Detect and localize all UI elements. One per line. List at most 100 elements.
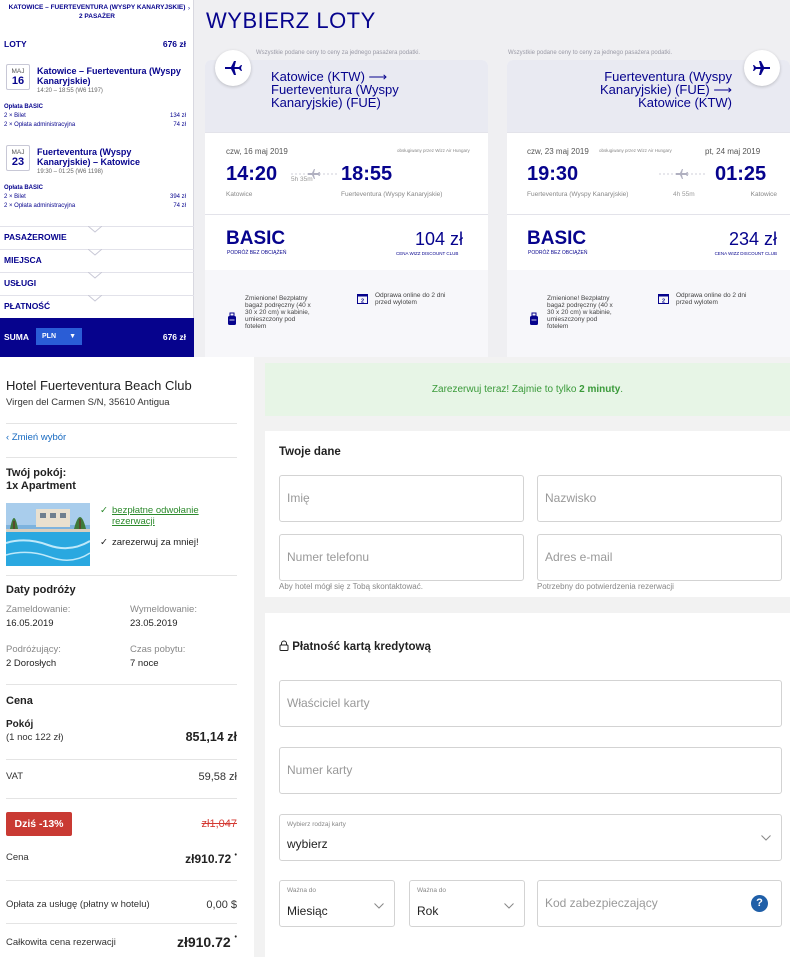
expiry-month-select[interactable]: Ważna do Miesiąc — [279, 880, 395, 927]
fee-label: 2 × Bilet — [4, 113, 26, 119]
leg1-fee-admin: 2 × Opłata administracyjna 74 zł — [4, 122, 186, 128]
text-line: Zmienione! Bezpłatny — [245, 295, 308, 302]
currency-value: PLN — [42, 333, 56, 340]
plane-icon — [744, 50, 780, 86]
text-line: Odprawa online do 2 dni — [375, 292, 446, 299]
return-arrival-time: 01:25 — [715, 163, 767, 185]
info-dot-icon: • — [234, 852, 237, 859]
chevron-down-icon — [374, 903, 384, 909]
free-cancellation-perk[interactable]: ✓ bezpłatne odwołanie rezerwacji — [100, 505, 199, 527]
divider — [6, 423, 237, 424]
leg1-time: 14:20 – 18:55 (W6 1197) — [37, 88, 103, 94]
perk-text: bezpłatne odwołanie — [112, 505, 199, 516]
price-value: 0,00 $ — [206, 899, 237, 911]
link-label: Zmień wybór — [11, 432, 67, 443]
outbound-fare-name: BASIC — [226, 228, 286, 249]
card-type-select[interactable]: Wybierz rodzaj karty wybierz — [279, 814, 782, 861]
chevron-down-icon — [88, 272, 102, 279]
currency-select[interactable]: PLN ▼ — [36, 328, 82, 345]
hotel-name: Hotel Fuerteventura Beach Club — [6, 378, 192, 393]
text-line: bagaż podręczny (40 x — [245, 302, 311, 309]
last-name-input[interactable]: Nazwisko — [537, 475, 782, 522]
change-selection-link[interactable]: ‹ Zmień wybór — [6, 432, 66, 443]
divider — [6, 684, 237, 685]
phone-input[interactable]: Numer telefonu — [279, 534, 524, 581]
cvv-placeholder: Kod zabezpieczający — [545, 896, 658, 910]
section-label: USŁUGI — [4, 278, 37, 288]
section-label: PŁATNOŚĆ — [4, 301, 51, 311]
text-line: 30 x 20 cm) w kabinie, — [245, 309, 310, 316]
section-label: MIEJSCA — [4, 255, 42, 265]
vat-row: VAT 59,58 zł — [6, 771, 237, 783]
select-value: Rok — [417, 904, 439, 918]
route-line: Katowice (KTW) — [638, 95, 732, 110]
price-title: Cena — [6, 695, 33, 707]
return-price-subtitle: CENA WIZZ DISCOUNT CLUB — [714, 251, 777, 256]
total-bar: SUMA PLN ▼ 676 zł — [0, 318, 194, 357]
outbound-route: Katowice (KTW) ⟶ Fuerteventura (Wyspy Ka… — [271, 70, 399, 109]
price-notice: Wszystkie podane ceny to ceny za jednego… — [256, 50, 421, 56]
section-payment[interactable]: PŁATNOŚĆ — [0, 295, 194, 314]
bag-icon — [228, 312, 236, 325]
text-line: fotelem — [245, 323, 267, 330]
old-price: zł1,047 — [201, 818, 237, 830]
text-line: 30 x 20 cm) w kabinie, — [547, 309, 612, 316]
email-input[interactable]: Adres e-mail — [537, 534, 782, 581]
flights-total: 676 zł — [162, 39, 186, 49]
svg-text:2: 2 — [361, 299, 364, 305]
text-line: Odprawa online do 2 dni — [676, 292, 747, 299]
card-number-input[interactable]: Numer karty — [279, 747, 782, 794]
text-line: przed wylotem — [375, 299, 417, 306]
return-flight-card[interactable]: Fuerteventura (Wyspy Kanaryjskie) (FUE) … — [507, 50, 790, 357]
return-departure-airport: Fuerteventura (Wyspy Kanaryjskie) — [527, 191, 629, 198]
flights-label: LOTY — [4, 39, 27, 49]
calendar-icon: 2 — [658, 294, 669, 304]
section-passengers[interactable]: PASAŻEROWIE — [0, 226, 194, 245]
price-label: VAT — [6, 771, 24, 782]
outbound-departure-airport: Katowice — [226, 191, 253, 198]
leg2-time: 19:30 – 01:25 (W6 1198) — [37, 169, 103, 175]
chevron-down-icon — [88, 295, 102, 302]
personal-data-panel: Twoje dane Imię Nazwisko Numer telefonu … — [265, 431, 790, 597]
banner-text: Zarezerwuj teraz! Zajmie to tylko — [431, 384, 580, 395]
personal-data-title: Twoje dane — [279, 446, 341, 458]
flight-booking-panel: KATOWICE – FUERTEVENTURA (WYSPY KANARYJS… — [0, 0, 790, 357]
travel-dates-title: Daty podróży — [6, 584, 76, 596]
return-departure-time: 19:30 — [527, 163, 579, 185]
outbound-flight-card[interactable]: Katowice (KTW) ⟶ Fuerteventura (Wyspy Ka… — [205, 50, 488, 357]
bag-allowance-text: Zmienione! Bezpłatny bagaż podręczny (40… — [245, 295, 311, 330]
select-label: Wybierz rodzaj karty — [287, 821, 346, 828]
expiry-year-select[interactable]: Ważna do Rok — [409, 880, 525, 927]
chevron-right-icon: › — [188, 6, 190, 12]
price-row: Cena zł910.72 • — [6, 852, 237, 866]
calendar-icon: 2 — [357, 294, 368, 305]
card-owner-input[interactable]: Właściciel karty — [279, 680, 782, 727]
help-icon[interactable]: ? — [751, 895, 768, 912]
leg1-date-badge: MAJ 16 — [6, 64, 30, 90]
leg2-date-badge: MAJ 23 — [6, 145, 30, 171]
checkout-date: 23.05.2019 — [130, 618, 178, 629]
divider — [205, 214, 488, 215]
leg1-fee-header: Opłata BASIC — [4, 104, 44, 110]
checkin-text: Odprawa online do 2 dni przed wylotem — [676, 292, 746, 306]
first-name-input[interactable]: Imię — [279, 475, 524, 522]
chevron-down-icon — [761, 835, 771, 841]
return-price: 234 zł — [728, 229, 777, 249]
travelers-label: Podróżujący: — [6, 644, 61, 655]
checkmark-icon: ✓ — [100, 537, 108, 548]
fee-amount: 74 zł — [173, 122, 186, 128]
divider — [507, 132, 790, 133]
fee-amount: 394 zł — [169, 194, 186, 200]
section-services[interactable]: USŁUGI — [0, 272, 194, 291]
booking-banner: Zarezerwuj teraz! Zajmie to tylko 2 minu… — [265, 363, 790, 416]
return-fare-subtitle: PODRÓŻ BEZ OBCIĄŻEŃ — [528, 250, 588, 256]
passenger-count: 2 PASAŻER — [79, 13, 115, 20]
price-label: Cena — [6, 852, 29, 863]
phone-hint: Aby hotel mógł się z Tobą skontaktować. — [279, 582, 423, 591]
outbound-departure-time: 14:20 — [226, 163, 278, 185]
price-label: (1 noc 122 zł) — [6, 732, 64, 743]
cvv-input[interactable]: Kod zabezpieczający ? — [537, 880, 782, 927]
checkin-date: 16.05.2019 — [6, 618, 54, 629]
divider — [6, 880, 237, 881]
section-seats[interactable]: MIEJSCA — [0, 249, 194, 268]
